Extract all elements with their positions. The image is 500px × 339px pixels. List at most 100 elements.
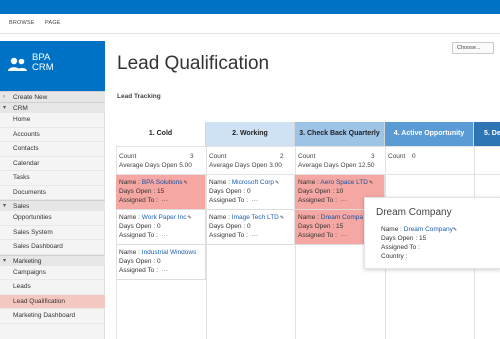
card-assigned: Assigned To : ··· [119, 267, 168, 274]
nav-item-tasks[interactable]: Tasks [0, 171, 105, 186]
nav-item-documents[interactable]: Documents [0, 186, 105, 200]
lead-card[interactable]: Name : Industrial Windows Days Open : 0 … [116, 245, 206, 280]
popup-name: Name : Dream Company✎ [381, 226, 457, 233]
sidebar: BPA CRM › Create New ▾ CRM Home Accounts… [0, 41, 105, 339]
card-name: Name : Dream Compa [298, 214, 363, 221]
lead-card[interactable]: Name : Microsoft Corp✎ Days Open : 0 Ass… [206, 175, 295, 210]
lead-name-link[interactable]: Dream Compa [321, 214, 363, 221]
count-label: Count [119, 153, 137, 160]
lead-name-link[interactable]: Image Tech LTD [232, 214, 279, 221]
count-label: Count [388, 153, 406, 160]
more-icon[interactable]: ··· [162, 267, 169, 274]
assigned-label: Assigned To : [209, 232, 248, 239]
card-assigned: Assigned To : ··· [298, 197, 347, 204]
days-value: 0 [246, 223, 251, 230]
nav-section-crm[interactable]: ▾ CRM [0, 102, 105, 113]
card-name: Name : Image Tech LTD✎ [209, 214, 284, 221]
column-header-cold[interactable]: 1. Cold [116, 122, 206, 146]
nav-item-accounts[interactable]: Accounts [0, 128, 105, 142]
logo-line2: CRM [32, 62, 54, 73]
count-value: 3 [371, 153, 375, 160]
column-header-working[interactable]: 2. Working [206, 122, 295, 146]
days-label: Days Open : [119, 223, 156, 230]
lead-card[interactable]: Name : Image Tech LTD✎ Days Open : 0 Ass… [206, 210, 295, 245]
nav-item-lead-qualification[interactable]: Lead Qualification [0, 294, 105, 309]
card-name: Name : Industrial Windows [119, 249, 196, 256]
assigned-label: Assigned To : [298, 197, 337, 204]
days-label: Days Open : [119, 258, 156, 265]
nav-item-sales-system[interactable]: Sales System [0, 226, 105, 240]
assigned-label: Assigned To : [119, 197, 158, 204]
edit-icon[interactable]: ✎ [183, 180, 187, 186]
popup-days-label: Days Open : [381, 235, 418, 242]
people-icon [8, 57, 27, 71]
avg-value: 3.00 [269, 162, 282, 169]
column-header-check-back[interactable]: 3. Check Back Quarterly [295, 122, 385, 146]
card-name: Name : Microsoft Corp✎ [209, 179, 279, 186]
nav-item-calendar[interactable]: Calendar [0, 157, 105, 171]
nav-item-sales-dashboard[interactable]: Sales Dashboard [0, 240, 105, 255]
nav-item-home[interactable]: Home [0, 113, 105, 128]
edit-icon[interactable]: ✎ [187, 215, 191, 221]
avg-days: Average Days Open 3.00 [209, 162, 282, 169]
card-assigned: Assigned To : ··· [209, 197, 258, 204]
chevron-down-icon: ▾ [3, 203, 7, 209]
choose-button[interactable]: Choose... [452, 42, 494, 54]
avg-label: Average Days Open [298, 162, 357, 169]
nav-create-new-label: Create New [13, 94, 48, 101]
nav-item-opportunities[interactable]: Opportunities [0, 211, 105, 226]
popup-days: Days Open : 15 [381, 235, 426, 242]
more-icon[interactable]: ··· [252, 197, 259, 204]
popup-assigned: Assigned To : [381, 244, 420, 251]
nav-item-leads[interactable]: Leads [0, 280, 105, 295]
avg-label: Average Days Open [209, 162, 268, 169]
page-title: Lead Qualification [117, 53, 270, 74]
more-icon[interactable]: ··· [341, 197, 348, 204]
logo-text: BPA CRM [32, 53, 54, 73]
logo[interactable]: BPA CRM [0, 41, 105, 91]
chevron-down-icon: ▾ [3, 105, 7, 111]
edit-icon[interactable]: ✎ [369, 180, 373, 186]
days-label: Days Open : [119, 188, 156, 195]
more-icon[interactable]: ··· [162, 232, 169, 239]
suite-bar [0, 0, 500, 14]
more-icon[interactable]: ··· [341, 232, 348, 239]
avg-value: 12.50 [358, 162, 375, 169]
column-header-active-opportunity[interactable]: 4. Active Opportunity [385, 122, 474, 146]
nav-item-contacts[interactable]: Contacts [0, 142, 105, 157]
edit-icon[interactable]: ✎ [280, 215, 284, 221]
edit-icon[interactable]: ✎ [453, 227, 457, 233]
nav-item-marketing-dashboard[interactable]: Marketing Dashboard [0, 309, 105, 324]
nav-section-label: CRM [13, 105, 28, 112]
ribbon-tab-browse[interactable]: BROWSE [9, 20, 35, 26]
assigned-label: Assigned To : [119, 267, 158, 274]
avg-days: Average Days Open 12.50 [298, 162, 375, 169]
nav-section-marketing[interactable]: ▾ Marketing [0, 254, 105, 266]
lead-card[interactable]: Name : BPA Solutions✎ Days Open : 15 Ass… [116, 175, 206, 210]
lead-card[interactable]: Name : Work Paper Inc✎ Days Open : 0 Ass… [116, 210, 206, 245]
column-header-5[interactable]: 5. De [474, 122, 500, 146]
lead-name-link[interactable]: BPA Solutions [142, 179, 183, 186]
nav-create-new[interactable]: › Create New [0, 91, 105, 102]
card-days: Days Open : 0 [119, 258, 161, 265]
card-assigned: Assigned To : ··· [209, 232, 258, 239]
column-stats-active: Count 0 [385, 148, 474, 174]
nav-item-campaigns[interactable]: Campaigns [0, 266, 105, 280]
lead-name-link[interactable]: Aero Space LTD [320, 179, 368, 186]
popup-name-link[interactable]: Dream Company [404, 226, 453, 233]
lead-name-link[interactable]: Industrial Windows [142, 249, 197, 256]
more-icon[interactable]: ··· [162, 197, 169, 204]
count-label: Count [209, 153, 227, 160]
column-stats-check-back: Count 3 Average Days Open 12.50 [295, 148, 385, 174]
ribbon-tab-page[interactable]: PAGE [45, 20, 61, 26]
lead-name-link[interactable]: Microsoft Corp [232, 179, 274, 186]
assigned-label: Assigned To : [119, 232, 158, 239]
card-days: Days Open : 15 [298, 223, 343, 230]
more-icon[interactable]: ··· [252, 232, 259, 239]
days-value: 15 [335, 223, 344, 230]
name-label: Name : [298, 179, 319, 186]
nav-section-sales[interactable]: ▾ Sales [0, 200, 105, 211]
lead-name-link[interactable]: Work Paper Inc [142, 214, 187, 221]
edit-icon[interactable]: ✎ [275, 180, 279, 186]
name-label: Name : [119, 249, 140, 256]
